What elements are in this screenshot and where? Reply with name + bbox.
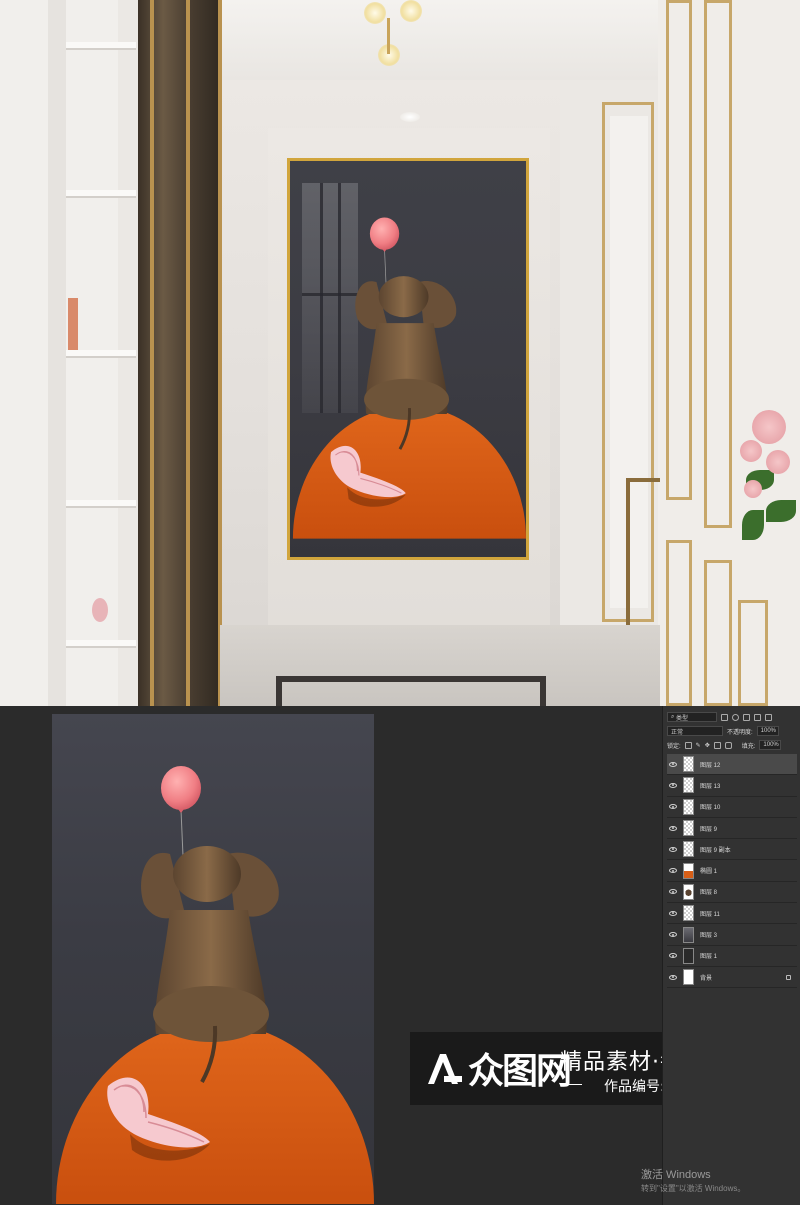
right-cabinet (658, 0, 800, 706)
visibility-eye-icon[interactable] (669, 932, 677, 938)
layer-row[interactable]: 图层 1 (667, 946, 797, 967)
layer-thumbnail (683, 926, 694, 943)
layers-filter-row: ⌕ 类型 (663, 710, 800, 724)
artboard-icon[interactable] (713, 741, 721, 749)
brush-icon[interactable]: ✎ (696, 742, 701, 749)
layer-row[interactable]: 图层 12 (667, 754, 797, 776)
visibility-eye-icon[interactable] (669, 974, 677, 980)
layer-name: 图层 11 (700, 911, 720, 918)
lock-all-icon[interactable] (724, 741, 732, 749)
layer-name: 图层 9 副本 (700, 847, 731, 854)
visibility-eye-icon[interactable] (669, 761, 677, 767)
move-icon[interactable]: ✥ (705, 742, 710, 749)
layer-thumbnail (683, 820, 694, 837)
layer-name: 图层 9 (700, 826, 718, 833)
logo-text: 众图网 (468, 1051, 572, 1092)
layer-thumbnail (683, 905, 694, 922)
layer-row[interactable]: 图层 8 (667, 882, 797, 904)
visibility-eye-icon[interactable] (669, 825, 677, 831)
artwork-canvas (54, 764, 374, 1204)
opacity-value: 100% (760, 728, 777, 734)
opacity-input[interactable]: 100% (756, 726, 779, 736)
search-icon: ⌕ (671, 713, 675, 720)
activate-windows-subtitle: 转到"设置"以激活 Windows。 (641, 1184, 746, 1193)
text-filter-icon[interactable] (743, 713, 750, 721)
smart-object-filter-icon[interactable] (765, 713, 772, 721)
ceiling-spotlight (400, 112, 420, 122)
layer-name: 图层 13 (700, 783, 721, 790)
lock-transparent-icon[interactable] (684, 741, 692, 749)
layer-row[interactable]: 图层 10 (667, 797, 797, 818)
blend-mode-label: 正常 (671, 729, 684, 736)
ceiling (220, 0, 660, 80)
layer-thumbnail (683, 756, 694, 773)
logo-mark-icon (428, 1054, 462, 1084)
layer-row[interactable]: 椭圆 1 (667, 860, 797, 882)
activate-windows-title: 激活 Windows (641, 1169, 711, 1181)
layer-name: 图层 3 (700, 933, 718, 940)
lock-icon (786, 974, 791, 980)
room-mockup (0, 0, 800, 706)
shape-filter-icon[interactable] (754, 713, 761, 721)
visibility-eye-icon[interactable] (669, 889, 677, 895)
floor-inlay (276, 676, 546, 706)
layer-name: 图层 8 (700, 890, 718, 897)
visibility-eye-icon[interactable] (669, 804, 677, 810)
document-canvas[interactable] (52, 714, 374, 1204)
layer-thumbnail (683, 777, 694, 794)
photoshop-workspace: 众图网 精品素材·每日更新 作品编号:2170750 ⌕ 类型 正常 不透明度:… (0, 706, 800, 1205)
layer-name: 图层 12 (700, 762, 721, 769)
filter-kind-label: 类型 (676, 715, 689, 722)
layer-row[interactable]: 图层 11 (667, 903, 797, 925)
visibility-eye-icon[interactable] (669, 782, 677, 788)
chandelier (360, 0, 440, 80)
layers-panel: ⌕ 类型 正常 不透明度: 100% 锁定: ✎ ✥ 填充: 100% 图层 1… (641, 706, 800, 1205)
layer-row[interactable]: 背景 (667, 967, 797, 989)
layer-row[interactable]: 图层 9 副本 (667, 839, 797, 861)
layer-row[interactable]: 图层 9 (667, 818, 797, 840)
opacity-label: 不透明度: (727, 729, 753, 736)
divider-line-left (560, 1084, 582, 1085)
layer-name: 图层 1 (700, 954, 718, 961)
lock-label: 锁定: (667, 743, 681, 750)
layer-thumbnail (683, 798, 694, 815)
fill-input[interactable]: 100% (759, 740, 782, 750)
layer-thumbnail (683, 947, 694, 964)
visibility-eye-icon[interactable] (669, 846, 677, 852)
filter-kind-select[interactable]: ⌕ 类型 (667, 712, 717, 722)
visibility-eye-icon[interactable] (669, 953, 677, 959)
blend-mode-select[interactable]: 正常 (667, 726, 723, 736)
layer-thumbnail (683, 883, 694, 900)
watermark-logo: 众图网 (426, 1046, 572, 1092)
layer-name: 椭圆 1 (700, 869, 718, 876)
fill-label: 填充: (741, 743, 756, 750)
visibility-eye-icon[interactable] (669, 868, 677, 874)
layer-name: 图层 10 (700, 805, 721, 812)
image-filter-icon[interactable] (721, 713, 728, 721)
layer-row[interactable]: 图层 3 (667, 924, 797, 946)
adjustment-filter-icon[interactable] (732, 713, 739, 721)
layer-name: 背景 (700, 975, 713, 982)
left-bookshelf (0, 0, 138, 706)
artwork-thumbnail (291, 216, 526, 541)
visibility-eye-icon[interactable] (669, 910, 677, 916)
layer-row[interactable]: 图层 13 (667, 775, 797, 797)
lock-row: 锁定: ✎ ✥ 填充: 100% (663, 738, 800, 752)
pink-roses (736, 410, 800, 550)
layer-thumbnail (683, 862, 694, 879)
gold-glass-panel (138, 0, 222, 706)
fill-value: 100% (763, 742, 779, 748)
layer-list: 图层 12 图层 13 图层 10 图层 9 图层 9 副本 椭圆 1 图层 8… (667, 754, 797, 989)
framed-artwork (287, 158, 529, 560)
blend-row: 正常 不透明度: 100% (663, 724, 800, 738)
layer-thumbnail (683, 841, 694, 858)
layer-thumbnail (683, 969, 694, 986)
